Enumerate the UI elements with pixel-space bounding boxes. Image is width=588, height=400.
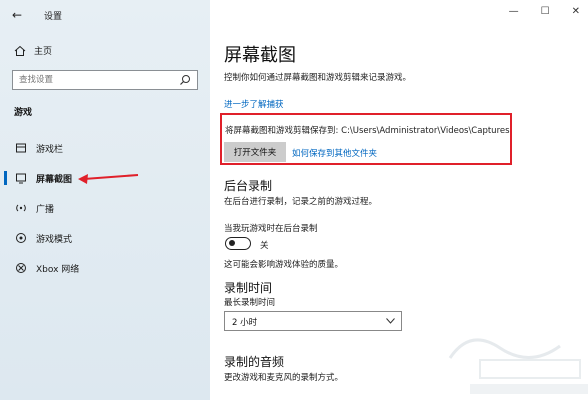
toggle-state-label: 关 [260,241,269,251]
sidebar-item-game-bar[interactable]: 游戏栏 [0,136,210,160]
page-title: 屏幕截图 [224,45,296,66]
game-bar-icon [14,141,28,155]
title-bar-left: ← 设置 [0,0,210,30]
sidebar-item-broadcasting[interactable]: 广播 [0,196,210,220]
background-recording-note: 这可能会影响游戏体验的质量。 [224,260,344,270]
save-elsewhere-link[interactable]: 如何保存到其他文件夹 [292,147,377,159]
learn-more-link[interactable]: 进一步了解捕获 [224,98,284,110]
xbox-icon [14,261,28,275]
window-controls: — ☐ ✕ [509,6,580,17]
home-label: 主页 [34,47,53,57]
maximize-icon[interactable]: ☐ [541,6,550,17]
red-arrow-annotation [78,174,139,184]
sidebar: ← 设置 主页 游戏 游戏栏 屏幕截图 广播 [0,0,210,400]
search-box[interactable] [12,70,198,90]
section-label-gaming: 游戏 [14,108,33,118]
sidebar-item-xbox-network[interactable]: Xbox 网络 [0,256,210,280]
dropdown-selected-value: 2 小时 [232,318,258,328]
sidebar-item-label: 屏幕截图 [36,174,73,185]
page-description: 控制你如何通过屏幕截图和游戏剪辑来记录游戏。 [224,73,412,83]
background-recording-toggle[interactable] [225,237,251,250]
toggle-knob [229,240,235,246]
background-recording-description: 在后台进行录制，记录之前的游戏过程。 [224,197,378,207]
active-indicator [4,171,7,185]
open-folder-button[interactable]: 打开文件夹 [224,142,286,162]
main-content: — ☐ ✕ 屏幕截图 控制你如何通过屏幕截图和游戏剪辑来记录游戏。 进一步了解捕… [210,0,588,400]
capture-icon [14,171,28,185]
game-mode-icon [14,231,28,245]
background-recording-toggle-caption: 当我玩游戏时在后台录制 [224,224,318,234]
app-title: 设置 [44,12,63,22]
home-icon [14,45,26,56]
max-recording-dropdown[interactable]: 2 小时 [224,311,402,331]
chevron-down-icon [386,318,395,324]
home-nav-item[interactable]: 主页 [14,44,52,57]
close-icon[interactable]: ✕ [572,6,580,17]
search-input[interactable] [13,71,179,89]
sidebar-item-label: 广播 [36,204,55,215]
sidebar-item-label: Xbox 网络 [36,264,80,275]
background-recording-heading: 后台录制 [224,179,273,193]
watermark-logo [448,338,588,394]
save-location-text: 将屏幕截图和游戏剪辑保存到: C:\Users\Administrator\Vi… [225,126,510,136]
back-arrow-icon[interactable]: ← [12,8,22,22]
minimize-icon[interactable]: — [509,6,519,17]
sidebar-item-label: 游戏模式 [36,234,73,245]
search-icon[interactable] [179,74,191,86]
sidebar-item-game-mode[interactable]: 游戏模式 [0,226,210,250]
recorded-audio-heading: 录制的音频 [224,355,285,369]
recording-time-heading: 录制时间 [224,281,273,295]
max-recording-label: 最长录制时间 [224,298,276,308]
recorded-audio-description: 更改游戏和麦克风的录制方式。 [224,373,344,383]
broadcast-icon [14,201,28,215]
sidebar-item-label: 游戏栏 [36,144,64,155]
